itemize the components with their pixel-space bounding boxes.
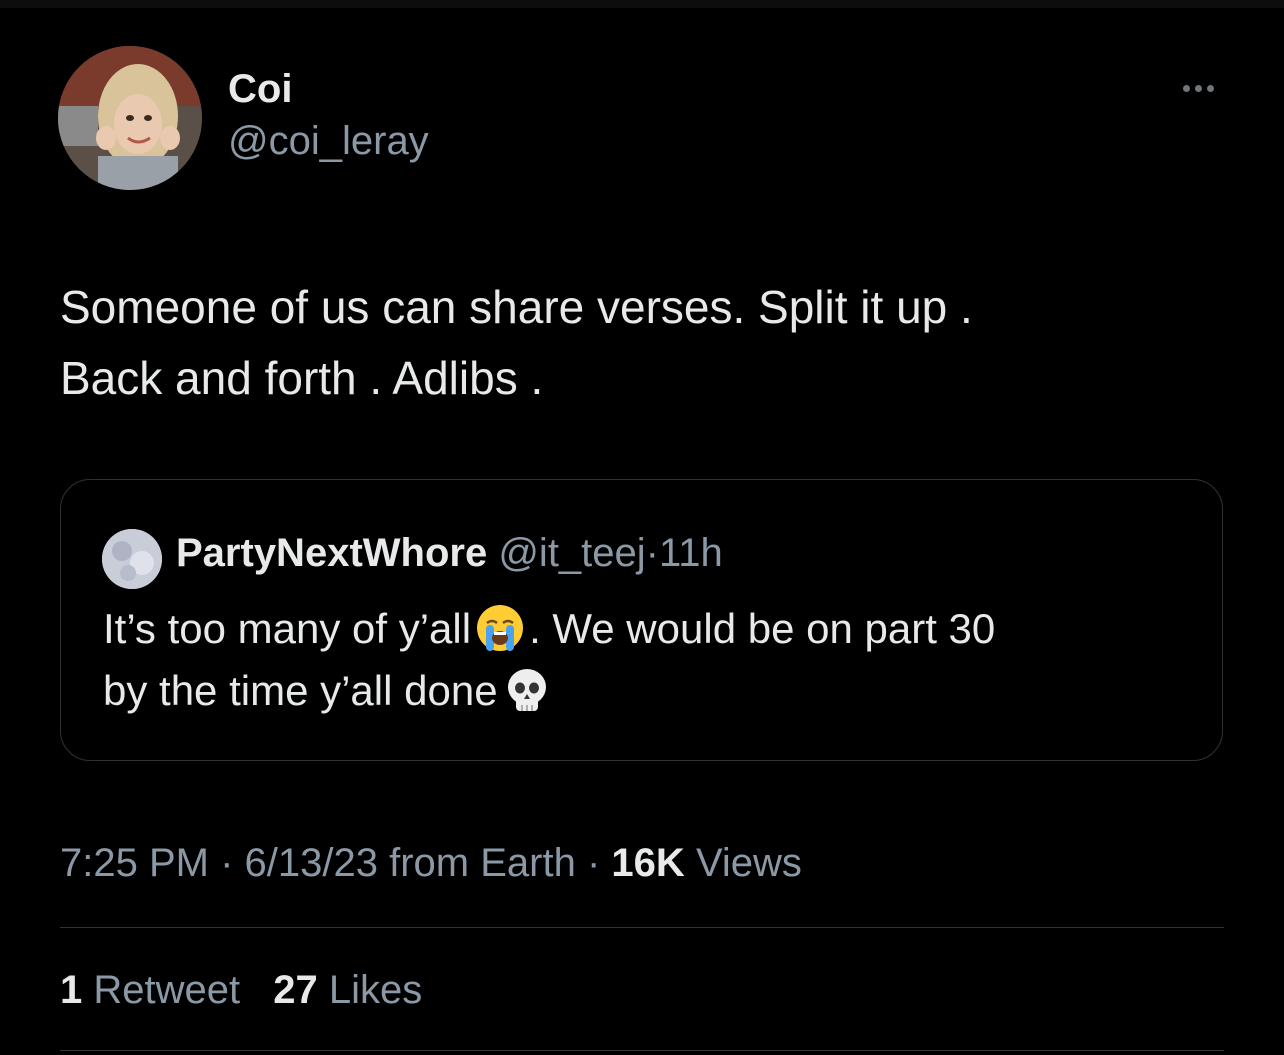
author-handle[interactable]: @coi_leray (228, 118, 429, 164)
user-avatar-photo-icon (58, 46, 202, 190)
tweet-time[interactable]: 7:25 PM (60, 841, 209, 885)
likes-count: 27 (273, 968, 318, 1012)
meta-separator: · (220, 841, 234, 885)
likes-stat[interactable]: 27 Likes (273, 964, 422, 1016)
quoted-separator: · (645, 531, 659, 575)
tweet-text-line: Back and forth . Adlibs . (60, 352, 544, 404)
likes-label: Likes (328, 968, 423, 1012)
quoted-tweet-text: It’s too many of y’all . We would be on … (103, 598, 1203, 722)
engagement-stats: 1 Retweet 27 Likes (60, 964, 444, 1016)
more-options-button[interactable] (1170, 70, 1226, 106)
retweets-label: Retweet (93, 968, 241, 1012)
divider (60, 1050, 1224, 1051)
quoted-text-part: . We would be on part 30 (529, 605, 996, 652)
retweets-count: 1 (60, 968, 83, 1012)
quoted-author-handle[interactable]: @it_teej (498, 531, 645, 575)
meta-separator: · (586, 841, 601, 885)
views-count: 16K (611, 841, 685, 885)
top-bar (0, 0, 1284, 8)
divider (60, 927, 1224, 928)
quoted-tweet-time[interactable]: 11h (659, 531, 723, 575)
author-avatar[interactable] (58, 46, 202, 190)
quoted-text-part: It’s too many of y’all (103, 605, 472, 652)
more-options-icon-dot (1206, 84, 1214, 92)
tweet-text: Someone of us can share verses. Split it… (60, 272, 1220, 414)
retweets-stat[interactable]: 1 Retweet (60, 964, 240, 1016)
views-label: Views (695, 841, 802, 885)
more-options-icon (1182, 84, 1190, 92)
quoted-tweet-card[interactable]: PartyNextWhore @it_teej·11h It’s too man… (60, 479, 1223, 761)
quoted-tweet-header: PartyNextWhore @it_teej·11h (176, 528, 723, 578)
loudly-crying-face-emoji-icon (477, 605, 524, 651)
author-info[interactable]: Coi @coi_leray (228, 66, 429, 164)
skull-emoji-icon (507, 669, 546, 711)
tweet-date-source[interactable]: 6/13/23 from Earth (245, 841, 576, 885)
tweet-metadata: 7:25 PM · 6/13/23 from Earth · 16K Views (60, 838, 802, 888)
quoted-text-part: by the time y’all done (103, 667, 498, 714)
quoted-author-name[interactable]: PartyNextWhore (176, 531, 487, 575)
quoted-avatar-photo-icon (102, 529, 162, 589)
tweet-text-line: Someone of us can share verses. Split it… (60, 281, 973, 333)
author-display-name[interactable]: Coi (228, 66, 429, 112)
quoted-author-avatar[interactable] (102, 529, 162, 589)
more-options-icon-dot (1194, 84, 1202, 92)
